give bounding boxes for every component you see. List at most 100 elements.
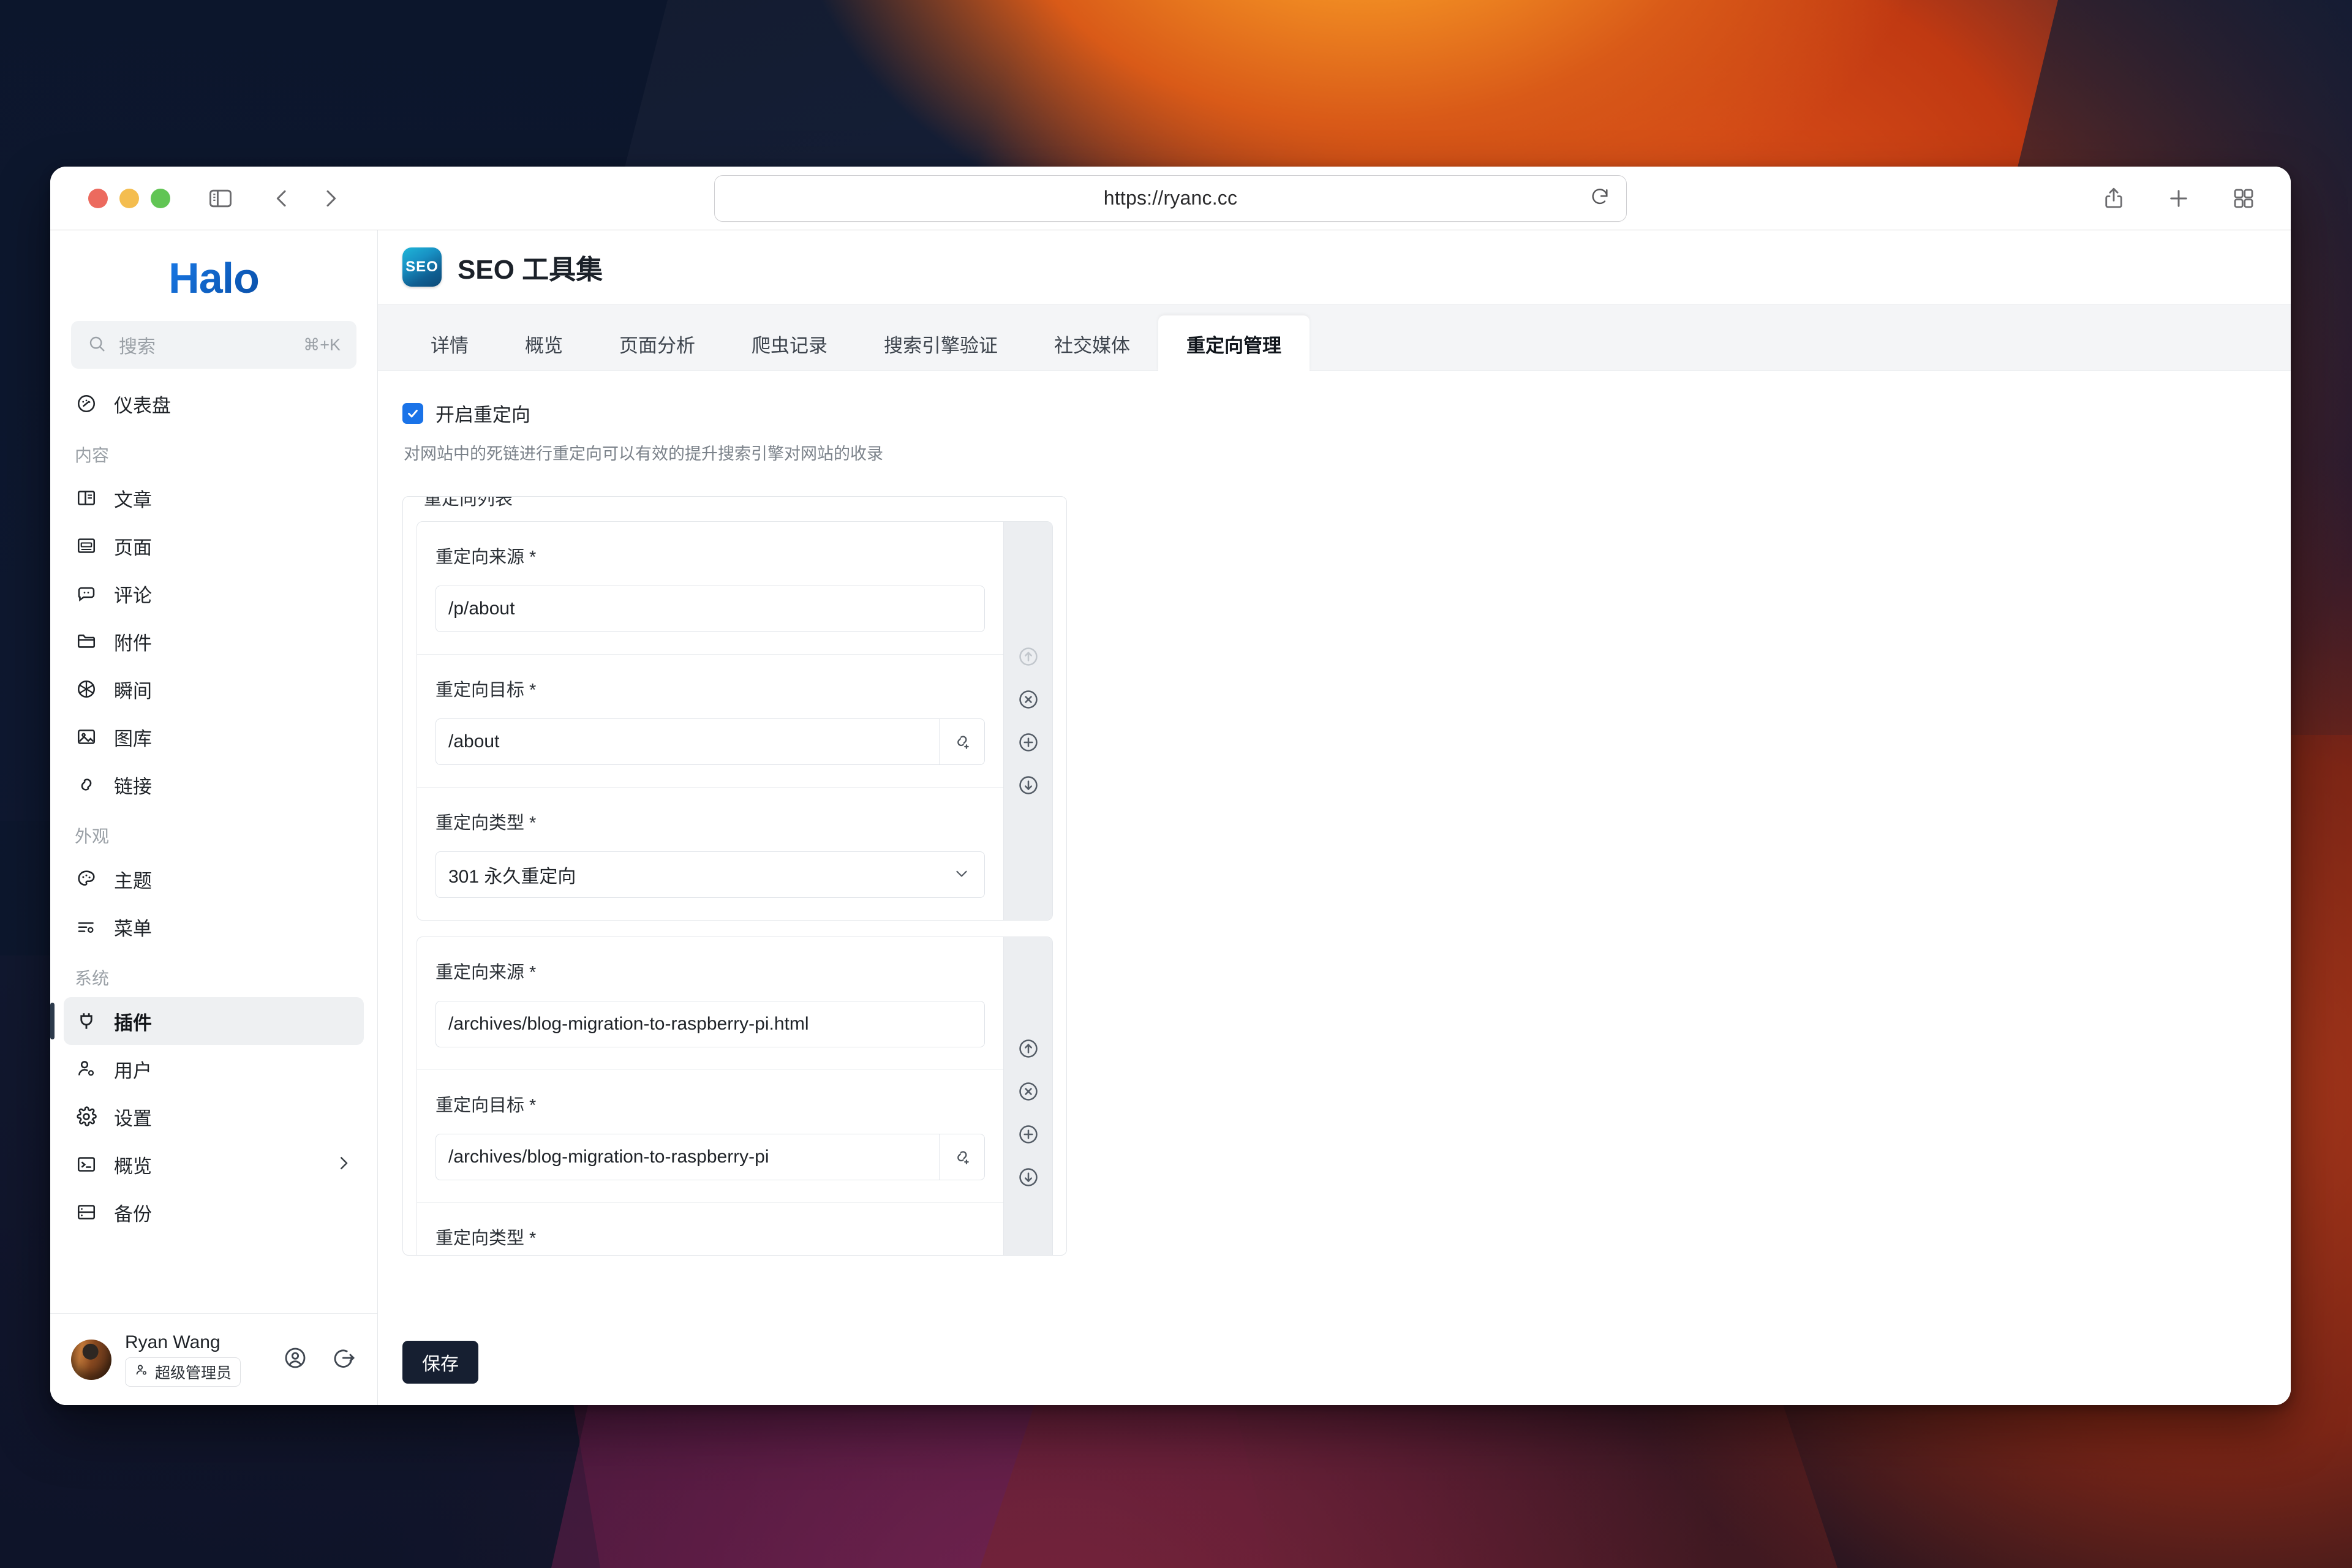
gear-icon xyxy=(75,1105,98,1128)
page-icon xyxy=(75,534,98,557)
redirect-list-fieldset: 重定向列表 重定向来源 * /p/about 重定向目标 * /about 重定… xyxy=(402,496,1067,1256)
forward-chevron-icon[interactable] xyxy=(318,186,343,211)
sidebar-item-label: 菜单 xyxy=(114,918,152,940)
redirect-list-legend: 重定向列表 xyxy=(418,497,519,510)
move-down-icon[interactable] xyxy=(1017,774,1040,797)
sidebar-item-moments[interactable]: 瞬间 xyxy=(64,665,364,713)
sidebar-item-label: 评论 xyxy=(114,584,152,606)
tab-grid-icon[interactable] xyxy=(2231,186,2256,211)
plug-icon xyxy=(75,1009,98,1033)
folder-icon xyxy=(75,630,98,653)
redirect-type-label: 重定向类型 * xyxy=(435,813,537,833)
browser-window: https://ryanc.cc Halo 搜索 ⌘+K 仪表盘 内容 文章 页… xyxy=(50,167,2291,1405)
seo-logo-text: SEO xyxy=(405,258,439,275)
sidebar-toggle-icon[interactable] xyxy=(207,185,234,212)
redirect-type-select[interactable]: 301 永久重定向 xyxy=(435,851,985,898)
save-button[interactable]: 保存 xyxy=(402,1341,478,1384)
tab-label: 搜索引擎验证 xyxy=(884,334,998,356)
remove-icon[interactable] xyxy=(1017,1080,1040,1103)
add-icon[interactable] xyxy=(1017,1123,1040,1146)
logout-icon[interactable] xyxy=(332,1346,356,1373)
tab-overview[interactable]: 概览 xyxy=(497,315,591,372)
palette-icon xyxy=(75,867,98,891)
enable-redirect-checkbox[interactable] xyxy=(402,402,423,424)
sidebar-item-attachments[interactable]: 附件 xyxy=(64,617,364,665)
search-input[interactable]: 搜索 ⌘+K xyxy=(71,321,356,369)
sidebar-search[interactable]: 搜索 ⌘+K xyxy=(50,315,377,371)
backup-icon xyxy=(75,1200,98,1224)
user-name: Ryan Wang xyxy=(125,1332,221,1352)
redirect-source-input[interactable]: /archives/blog-migration-to-raspberry-pi… xyxy=(435,1001,985,1047)
link-add-icon[interactable] xyxy=(939,1134,984,1180)
sidebar-item-users[interactable]: 用户 xyxy=(64,1045,364,1093)
link-add-icon[interactable] xyxy=(939,719,984,764)
redirect-target-label: 重定向目标 * xyxy=(435,1096,537,1115)
tab-search-engine-verification[interactable]: 搜索引擎验证 xyxy=(856,315,1026,372)
link-icon xyxy=(75,773,98,796)
sidebar-item-gallery[interactable]: 图库 xyxy=(64,713,364,761)
redirect-type-value: 301 永久重定向 xyxy=(448,867,576,887)
redirect-target-field: 重定向目标 * /archives/blog-migration-to-rasp… xyxy=(417,1070,1003,1203)
image-icon xyxy=(75,725,98,748)
enable-redirect-row[interactable]: 开启重定向 xyxy=(402,399,2266,427)
close-window-button[interactable] xyxy=(88,188,108,208)
redirect-target-input[interactable]: /about xyxy=(435,718,985,765)
move-up-icon[interactable] xyxy=(1017,645,1040,668)
window-controls[interactable] xyxy=(88,188,170,208)
sidebar-item-dashboard[interactable]: 仪表盘 xyxy=(64,380,364,428)
navigation-buttons[interactable] xyxy=(270,186,343,211)
sidebar-item-label: 附件 xyxy=(114,632,152,654)
sidebar-item-plugins[interactable]: 插件 xyxy=(50,997,364,1045)
redirect-source-input[interactable]: /p/about xyxy=(435,586,985,632)
redirect-source-field: 重定向来源 * /archives/blog-migration-to-rasp… xyxy=(417,937,1003,1070)
move-down-icon[interactable] xyxy=(1017,1166,1040,1189)
address-bar[interactable]: https://ryanc.cc xyxy=(714,175,1627,222)
back-chevron-icon[interactable] xyxy=(270,186,294,211)
terminal-icon xyxy=(75,1153,98,1176)
redirect-target-field: 重定向目标 * /about xyxy=(417,655,1003,788)
remove-icon[interactable] xyxy=(1017,688,1040,711)
profile-circle-icon[interactable] xyxy=(283,1346,307,1373)
tab-social-media[interactable]: 社交媒体 xyxy=(1026,315,1158,372)
redirect-card-actions xyxy=(1003,522,1052,920)
redirect-card: 重定向来源 * /archives/blog-migration-to-rasp… xyxy=(417,937,1053,1255)
move-up-icon[interactable] xyxy=(1017,1037,1040,1060)
redirect-card-actions xyxy=(1003,937,1052,1255)
sidebar-item-overview[interactable]: 概览 xyxy=(64,1140,364,1188)
tab-page-analysis[interactable]: 页面分析 xyxy=(591,315,723,372)
redirect-source-value: /archives/blog-migration-to-raspberry-pi… xyxy=(448,1014,809,1034)
user-profile-bar[interactable]: Ryan Wang 超级管理员 xyxy=(50,1313,377,1405)
sidebar-item-label: 设置 xyxy=(114,1107,152,1129)
sidebar-item-pages[interactable]: 页面 xyxy=(64,522,364,570)
redirect-source-label: 重定向来源 * xyxy=(435,963,537,982)
form-footer: 保存 xyxy=(378,1319,2291,1405)
share-icon[interactable] xyxy=(2101,186,2127,211)
minimize-window-button[interactable] xyxy=(119,188,139,208)
redirect-target-input[interactable]: /archives/blog-migration-to-raspberry-pi xyxy=(435,1134,985,1180)
sidebar-item-backup[interactable]: 备份 xyxy=(64,1188,364,1236)
tab-label: 详情 xyxy=(431,334,469,356)
sidebar-item-label: 瞬间 xyxy=(114,680,152,702)
status-badge: 超级管理员 xyxy=(125,1357,241,1387)
maximize-window-button[interactable] xyxy=(151,188,170,208)
sidebar-item-posts[interactable]: 文章 xyxy=(64,474,364,522)
enable-redirect-label: 开启重定向 xyxy=(435,404,530,426)
redirect-panel: 开启重定向 对网站中的死链进行重定向可以有效的提升搜索引擎对网站的收录 重定向列… xyxy=(378,371,2291,1319)
plus-icon[interactable] xyxy=(2166,186,2192,211)
sidebar-item-comments[interactable]: 评论 xyxy=(64,570,364,617)
sidebar-item-label: 图库 xyxy=(114,728,152,750)
redirect-type-field: 重定向类型 * xyxy=(417,1203,1003,1255)
tab-label: 页面分析 xyxy=(619,334,695,356)
redirect-source-field: 重定向来源 * /p/about xyxy=(417,522,1003,655)
sidebar-item-label: 用户 xyxy=(114,1060,152,1082)
sidebar-item-menus[interactable]: 菜单 xyxy=(64,903,364,951)
tab-crawler-logs[interactable]: 爬虫记录 xyxy=(723,315,856,372)
sidebar-item-themes[interactable]: 主题 xyxy=(64,855,364,903)
tab-redirect-management[interactable]: 重定向管理 xyxy=(1158,315,1310,372)
tab-bar: 详情 概览 页面分析 爬虫记录 搜索引擎验证 社交媒体 重定向管理 xyxy=(378,304,2291,372)
sidebar-item-links[interactable]: 链接 xyxy=(64,761,364,809)
add-icon[interactable] xyxy=(1017,731,1040,754)
sidebar-item-settings[interactable]: 设置 xyxy=(64,1093,364,1140)
tab-details[interactable]: 详情 xyxy=(402,315,497,372)
reload-icon[interactable] xyxy=(1589,186,1610,210)
